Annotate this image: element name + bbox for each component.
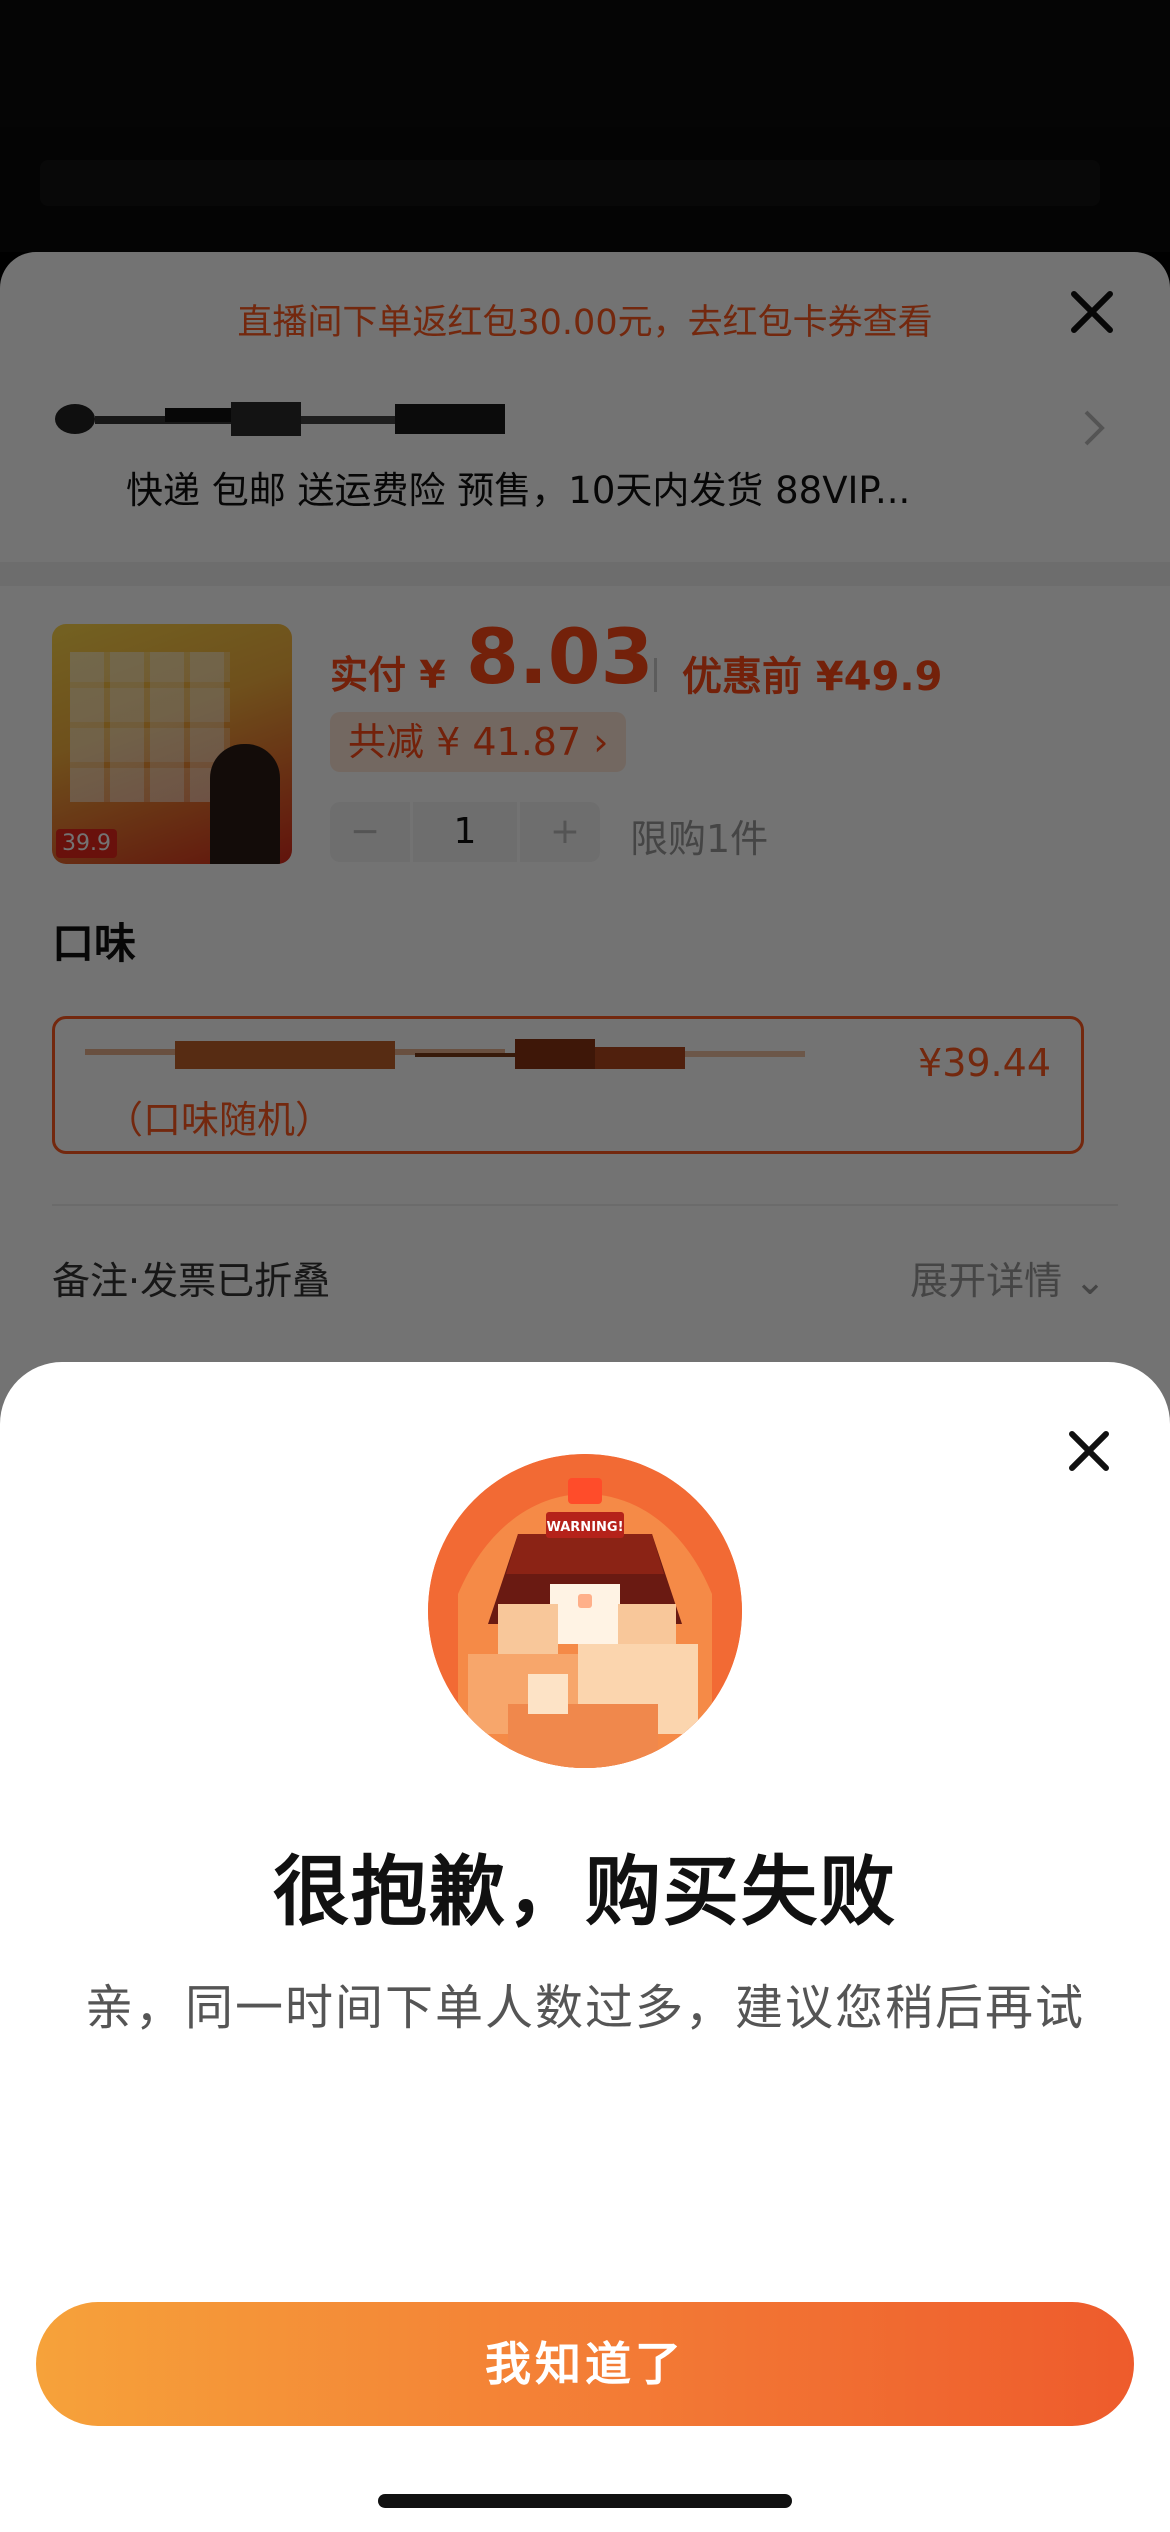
address-row[interactable]: 快递 包邮 送运费险 预售，10天内发货 88VIP... [0, 392, 1170, 532]
flavor-name-redacted [175, 1041, 395, 1069]
paid-label: 实付 ¥ [330, 653, 446, 697]
blurred-title-bar [40, 160, 1100, 206]
product-image-person [210, 744, 280, 864]
dialog-title: 很抱歉，购买失败 [273, 1847, 897, 1936]
product-image-price-tag: 39.9 [56, 829, 117, 858]
warning-truck-illustration: WARNING! [428, 1454, 742, 1768]
flavor-subtitle: （口味随机） [105, 1098, 334, 1142]
warning-sign-text: WARNING! [546, 1520, 623, 1535]
purchase-failed-dialog: WARNING! 很抱歉，购买失败 亲，同一时间下单人数过多，建议您稍后再试 我… [0, 1362, 1170, 2532]
background-page-header [0, 0, 1170, 252]
dialog-message: 亲，同一时间下单人数过多，建议您稍后再试 [84, 1980, 1085, 2036]
product-image-pattern [70, 652, 230, 802]
home-indicator[interactable] [378, 2494, 792, 2508]
flavor-title: 口味 [52, 919, 137, 968]
notes-invoice-label: 备注·发票已折叠 [52, 1259, 331, 1303]
address-name-redacted [55, 398, 515, 438]
quantity-value[interactable]: 1 [410, 802, 520, 862]
product-image[interactable]: 39.9 [52, 624, 292, 864]
quantity-stepper: − 1 + [330, 802, 600, 862]
discount-detail-button[interactable]: 共减 ¥ 41.87 › [330, 712, 627, 772]
sheet-close-icon[interactable] [1062, 282, 1122, 342]
flavor-name-redacted [685, 1051, 805, 1057]
purchase-limit: 限购1件 [630, 817, 769, 861]
increase-button[interactable]: + [530, 802, 600, 862]
chevron-right-icon [1084, 410, 1105, 446]
flavor-name-redacted [595, 1047, 685, 1069]
acknowledge-button[interactable]: 我知道了 [36, 2302, 1134, 2426]
close-icon[interactable] [1060, 1422, 1118, 1480]
section-divider [0, 562, 1170, 586]
expand-details-button[interactable]: 展开详情 ⌄ [910, 1250, 1106, 1305]
original-price: 优惠前 ¥49.9 [682, 654, 943, 700]
flavor-price: ¥39.44 [918, 1041, 1051, 1085]
flavor-option[interactable]: ¥39.44 （口味随机） [52, 1016, 1084, 1154]
paid-amount: 8.03 [466, 612, 654, 701]
decrease-button[interactable]: − [330, 802, 400, 862]
red-packet-notice[interactable]: 直播间下单返红包30.00元，去红包卡券查看 [0, 294, 1170, 345]
delivery-info: 快递 包邮 送运费险 预售，10天内发货 88VIP... [126, 469, 911, 512]
price-separator [654, 658, 657, 692]
divider [52, 1204, 1118, 1206]
flavor-name-redacted [515, 1039, 595, 1069]
